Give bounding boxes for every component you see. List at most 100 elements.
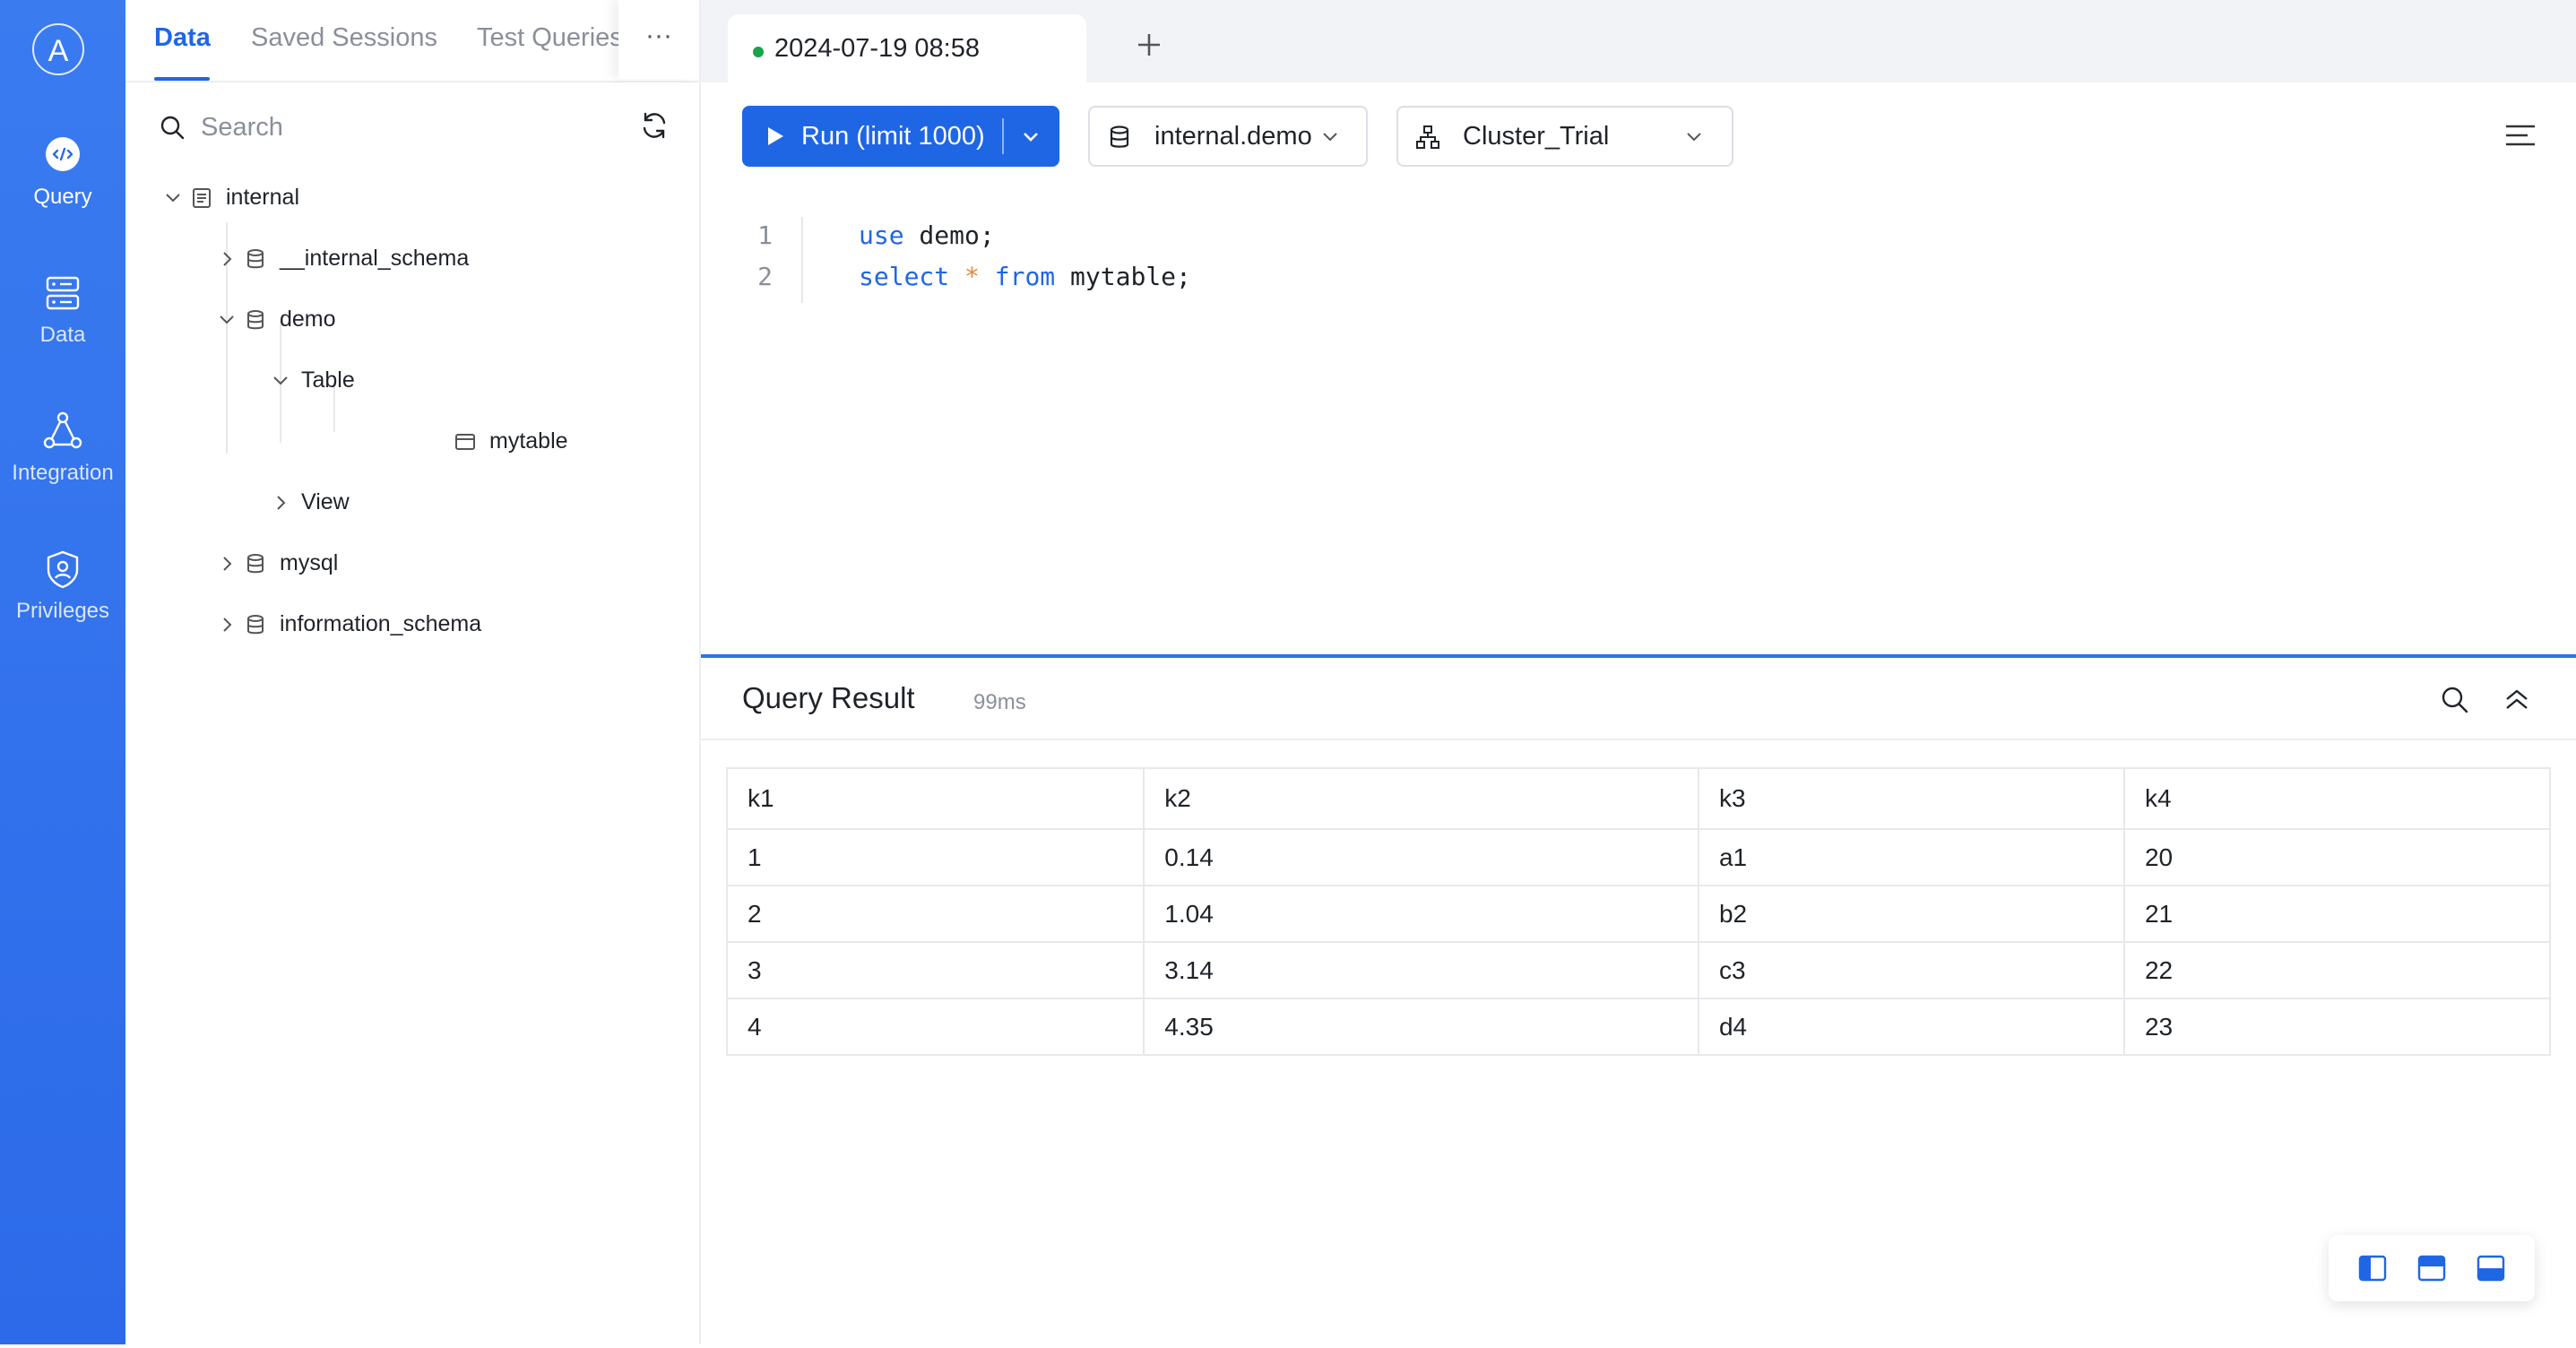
cluster-select-value: Cluster_Trial	[1463, 122, 1610, 151]
more-tabs-button[interactable]: ···	[618, 0, 699, 79]
menu-icon[interactable]	[2503, 118, 2538, 154]
layout-switcher	[2329, 1235, 2535, 1301]
layout-bottom-panel-icon[interactable]	[2476, 1253, 2506, 1283]
database-icon	[247, 554, 264, 574]
main-area: 2024-07-19 08:58 Run (limit 1000) intern…	[701, 0, 2576, 1348]
result-elapsed: 99ms	[973, 690, 1026, 714]
search-bar	[158, 106, 674, 151]
table-cell[interactable]: 23	[2122, 998, 2552, 1056]
search-icon[interactable]	[2438, 683, 2470, 715]
table-cell[interactable]: c3	[1697, 941, 2125, 999]
column-header[interactable]: k2	[1143, 767, 1699, 830]
tree-node-label: information_schema	[280, 611, 482, 636]
table-cell[interactable]: 3.14	[1143, 941, 1699, 999]
chevron-down-icon[interactable]	[163, 188, 183, 208]
refresh-icon[interactable]	[638, 109, 670, 142]
result-header: Query Result 99ms	[701, 658, 2576, 740]
result-title: Query Result	[742, 681, 915, 714]
chevron-right-icon[interactable]	[217, 615, 237, 635]
editor-toolbar: Run (limit 1000) internal.demo Cluster_T…	[701, 82, 2576, 190]
table-header-row: k1 k2 k3 k4	[725, 767, 2552, 830]
sidebar-tabs: Data Saved Sessions Test Queries ···	[125, 0, 699, 82]
nav-item-privileges[interactable]: Privileges	[0, 549, 125, 624]
run-button[interactable]: Run (limit 1000)	[742, 106, 1059, 167]
table-cell[interactable]: 20	[2122, 828, 2552, 886]
table-cell[interactable]: 22	[2122, 941, 2552, 999]
session-tab[interactable]: 2024-07-19 08:58	[728, 14, 1086, 82]
tab-test-queries[interactable]: Test Queries	[477, 23, 623, 53]
session-status-dot	[753, 47, 764, 57]
table-row: 1 0.14 a1 20	[725, 828, 2552, 886]
table-icon	[455, 434, 475, 450]
nav-item-label: Integration	[12, 461, 114, 485]
tree-node-label: View	[301, 489, 350, 514]
sidebar: Data Saved Sessions Test Queries ··· Sea…	[125, 0, 701, 1344]
layout-left-panel-icon[interactable]	[2357, 1253, 2388, 1283]
table-row: 3 3.14 c3 22	[725, 941, 2552, 999]
table-cell[interactable]: 3	[725, 941, 1145, 999]
code-line[interactable]: use demo;	[859, 220, 995, 250]
cluster-select[interactable]: Cluster_Trial	[1396, 106, 1733, 167]
play-icon	[768, 127, 783, 145]
table-cell[interactable]: 2	[725, 885, 1145, 943]
chevron-down-icon[interactable]	[1020, 125, 1042, 147]
table-cell[interactable]: 21	[2122, 885, 2552, 943]
collapse-up-icon[interactable]	[2501, 683, 2533, 715]
shield-user-icon	[47, 550, 79, 589]
plus-icon[interactable]	[1131, 27, 1167, 63]
chevron-down-icon[interactable]	[271, 371, 290, 391]
table-cell[interactable]: a1	[1697, 828, 2125, 886]
run-button-divider	[1002, 118, 1004, 154]
sql-editor[interactable]: 1 use demo; 2 select * from mytable;	[701, 208, 2576, 656]
editor-gutter	[801, 217, 803, 303]
column-header[interactable]: k1	[725, 767, 1145, 830]
search-input[interactable]	[199, 108, 615, 147]
nav-item-data[interactable]: Data	[0, 272, 125, 348]
table-row: 2 1.04 b2 21	[725, 885, 2552, 943]
chevron-right-icon[interactable]	[217, 249, 237, 269]
table-cell[interactable]: 4	[725, 998, 1145, 1056]
chevron-right-icon[interactable]	[271, 493, 290, 513]
chevron-down-icon	[1323, 133, 1337, 142]
nav-item-query[interactable]: Query	[0, 134, 125, 210]
chevron-down-icon[interactable]	[217, 310, 237, 330]
catalog-icon	[193, 188, 211, 208]
app-root: A Query Data Integration Privileges Data…	[0, 0, 2576, 1348]
tab-data[interactable]: Data	[154, 23, 211, 53]
code-token: from	[994, 262, 1056, 291]
cluster-icon	[1416, 125, 1439, 149]
database-select[interactable]: internal.demo	[1088, 106, 1368, 167]
result-panel: Query Result 99ms k1 k2 k3 k4 1 0.14 a1 …	[701, 654, 2576, 1348]
column-header[interactable]: k3	[1697, 767, 2125, 830]
session-tab-label: 2024-07-19 08:58	[774, 34, 980, 63]
table-cell[interactable]: b2	[1697, 885, 2125, 943]
nav-item-label: Data	[39, 323, 86, 347]
code-query-icon	[46, 137, 80, 171]
table-cell[interactable]: 0.14	[1143, 828, 1699, 886]
tab-saved-sessions[interactable]: Saved Sessions	[251, 23, 437, 53]
code-token: *	[964, 262, 980, 291]
code-token: select	[859, 262, 950, 291]
code-line[interactable]: select * from mytable;	[859, 262, 1191, 291]
code-token: use	[859, 220, 904, 250]
table-cell[interactable]: 1	[725, 828, 1145, 886]
tree-node-label: mysql	[280, 550, 339, 575]
table-cell[interactable]: 1.04	[1143, 885, 1699, 943]
chevron-down-icon	[1687, 133, 1701, 142]
table-cell[interactable]: 4.35	[1143, 998, 1699, 1056]
line-number: 2	[757, 262, 773, 291]
table-cell[interactable]: d4	[1697, 998, 2125, 1056]
nav-item-integration[interactable]: Integration	[0, 410, 125, 486]
column-header[interactable]: k4	[2122, 767, 2552, 830]
tree-node-label: demo	[280, 307, 336, 332]
database-icon	[247, 615, 264, 635]
nav-rail: A Query Data Integration Privileges	[0, 0, 125, 1344]
chevron-right-icon[interactable]	[217, 554, 237, 574]
line-number: 1	[757, 220, 773, 250]
avatar[interactable]: A	[32, 23, 84, 75]
layout-top-panel-icon[interactable]	[2416, 1253, 2447, 1283]
run-button-label: Run (limit 1000)	[801, 122, 985, 151]
nav-item-label: Query	[33, 185, 92, 209]
